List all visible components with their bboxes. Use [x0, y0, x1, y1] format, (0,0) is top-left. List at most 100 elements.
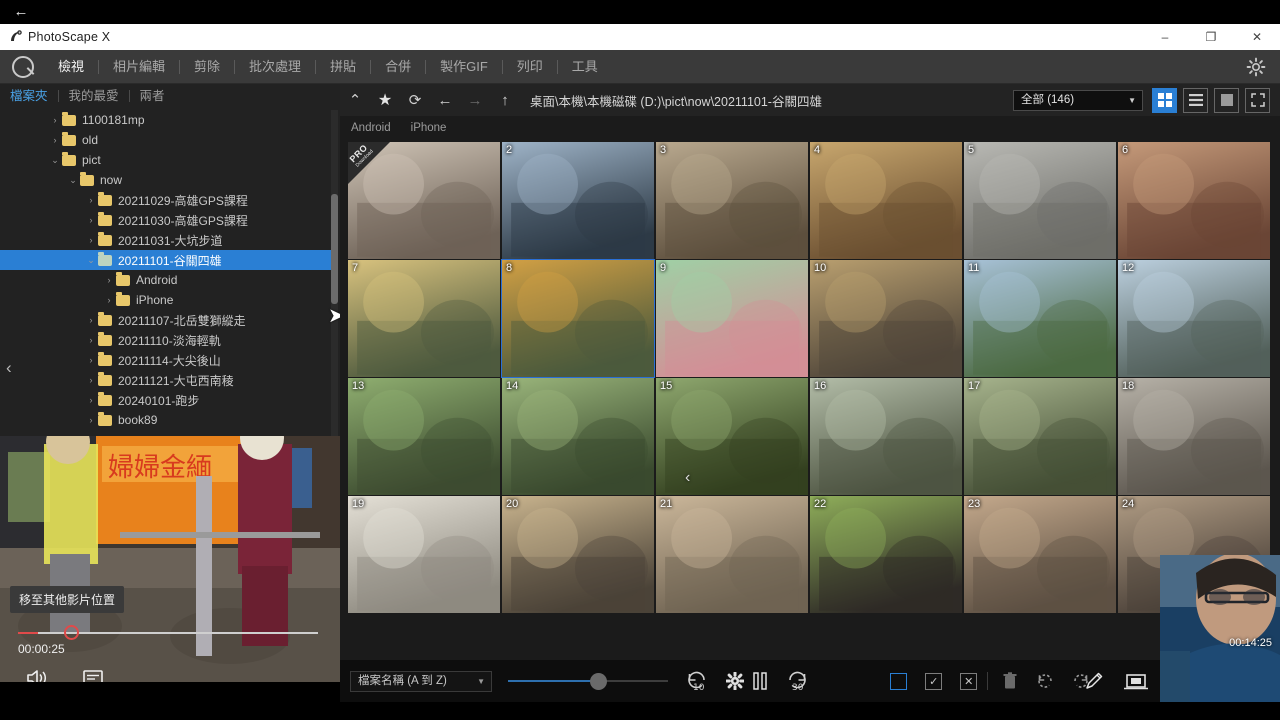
panel-collapse-icon[interactable]: ⌃	[340, 84, 370, 116]
thumbnail-item[interactable]: 8	[501, 259, 655, 378]
thumbnail-item[interactable]: 23	[964, 496, 1116, 613]
thumbnail-item[interactable]: 12	[1118, 260, 1270, 377]
tree-item[interactable]: › 20211031-大坑步道	[0, 230, 332, 250]
sidebar-tab-folders[interactable]: 檔案夾	[0, 84, 58, 108]
pencil-icon[interactable]	[1084, 671, 1104, 691]
tree-item[interactable]: › book89	[0, 410, 332, 430]
chevron-right-icon[interactable]: ›	[84, 335, 98, 345]
favorite-icon[interactable]: ★	[370, 84, 400, 116]
chevron-right-icon[interactable]: ›	[84, 215, 98, 225]
chevron-right-icon[interactable]: ›	[84, 415, 98, 425]
thumbnail-item[interactable]: 10	[810, 260, 962, 377]
video-preview-panel[interactable]: 婦婦金緬 移至其他影片位置 00:00:25	[0, 436, 340, 682]
close-button[interactable]: ✕	[1234, 24, 1280, 50]
menu-item-photo-edit[interactable]: 相片編輯	[101, 50, 177, 84]
menu-item-view[interactable]: 檢視	[46, 50, 96, 84]
thumbnail-item[interactable]: 9	[656, 260, 808, 377]
thumbnail-item[interactable]: 22	[810, 496, 962, 613]
chevron-right-icon[interactable]: ›	[84, 395, 98, 405]
speaker-icon[interactable]	[26, 668, 48, 682]
chevron-right-icon[interactable]: ›	[84, 355, 98, 365]
select-all-button[interactable]: ✓	[925, 672, 943, 690]
sort-dropdown[interactable]: 檔案名稱 (A 到 Z) ▼	[350, 670, 492, 692]
sidebar-scrollbar-thumb[interactable]	[331, 194, 338, 304]
forward-30-icon[interactable]: 30	[786, 671, 808, 691]
thumbnail-item[interactable]: 19	[348, 496, 500, 613]
chevron-right-icon[interactable]: ›	[102, 275, 116, 285]
maximize-button[interactable]: ❐	[1188, 24, 1234, 50]
thumbnail-item[interactable]: 16	[810, 378, 962, 495]
chevron-down-icon[interactable]: ⌄	[48, 155, 62, 166]
current-path[interactable]: 桌面\本機\本機磁碟 (D:)\pict\now\20211101-谷關四雄	[520, 91, 1013, 110]
sidebar-tab-favorites[interactable]: 我的最愛	[59, 84, 129, 108]
up-icon[interactable]: ↑	[490, 84, 520, 116]
list-view-button[interactable]	[1183, 87, 1208, 113]
tree-item[interactable]: ⌄ 20211101-谷關四雄	[0, 250, 332, 270]
menu-item-batch[interactable]: 批次處理	[237, 50, 313, 84]
pause-icon[interactable]	[752, 672, 768, 690]
slideshow-icon[interactable]	[1124, 672, 1149, 690]
thumbnail-item[interactable]: 20	[502, 496, 654, 613]
select-none-button[interactable]	[890, 672, 908, 690]
thumbnail-item[interactable]: 18	[1118, 378, 1270, 495]
select-invert-button[interactable]: ✕	[960, 672, 978, 690]
chevron-right-icon[interactable]: ›	[84, 375, 98, 385]
refresh-icon[interactable]: ⟳	[400, 84, 430, 116]
grid-view-button[interactable]	[1152, 87, 1177, 113]
slider-handle[interactable]	[590, 673, 607, 690]
tree-item[interactable]: ⌄ pict	[0, 150, 332, 170]
back-icon[interactable]: ←	[430, 84, 460, 116]
tree-item[interactable]: › 20211121-大屯西南稜	[0, 370, 332, 390]
thumbnail-item[interactable]: 17	[964, 378, 1116, 495]
subtitle-icon[interactable]	[82, 668, 104, 682]
tree-item[interactable]: › old	[0, 130, 332, 150]
tree-item[interactable]: › Android	[0, 270, 332, 290]
tree-item[interactable]: › 20211114-大尖後山	[0, 350, 332, 370]
thumbnail-item[interactable]: 2	[502, 142, 654, 259]
filter-dropdown[interactable]: 全部 (146) ▼	[1013, 89, 1143, 111]
menu-item-tools[interactable]: 工具	[560, 50, 610, 84]
thumbnail-item[interactable]: 3	[656, 142, 808, 259]
grid-left-arrow-icon[interactable]: ‹	[685, 469, 690, 487]
thumbnail-item[interactable]: 15	[656, 378, 808, 495]
rewind-10-icon[interactable]: 10	[686, 671, 708, 691]
thumbnail-item[interactable]: 4	[810, 142, 962, 259]
sidebar-tab-both[interactable]: 兩者	[130, 84, 175, 108]
fullscreen-view-button[interactable]	[1245, 87, 1270, 113]
tree-item[interactable]: › iPhone	[0, 290, 332, 310]
video-seek-bar[interactable]	[18, 625, 318, 640]
gear-icon[interactable]	[1246, 57, 1266, 77]
thumbnail-item[interactable]: 5	[964, 142, 1116, 259]
thumbnail-item[interactable]: 21	[656, 496, 808, 613]
chevron-right-icon[interactable]: ›	[102, 295, 116, 305]
player-settings-gear-icon[interactable]	[726, 672, 744, 690]
menu-item-print[interactable]: 列印	[505, 50, 555, 84]
subtab-android[interactable]: Android	[351, 122, 391, 134]
chevron-right-icon[interactable]: ›	[84, 315, 98, 325]
subtab-iphone[interactable]: iPhone	[411, 122, 447, 134]
video-seek-handle[interactable]	[64, 625, 79, 640]
tree-item[interactable]: › 20211107-北岳雙獅縱走	[0, 310, 332, 330]
chevron-right-icon[interactable]: ›	[84, 195, 98, 205]
menu-item-combine[interactable]: 合併	[373, 50, 423, 84]
menu-item-collage[interactable]: 拼貼	[318, 50, 368, 84]
sidebar-collapse-icon[interactable]: ‹	[6, 355, 20, 381]
thumbnail-size-slider[interactable]	[508, 671, 668, 691]
chevron-right-icon[interactable]: ›	[48, 135, 62, 145]
chevron-down-icon[interactable]: ⌄	[84, 255, 98, 266]
os-back-icon[interactable]: ←	[10, 4, 32, 20]
tree-item[interactable]: › 20211110-淡海輕軌	[0, 330, 332, 350]
menu-item-gif[interactable]: 製作GIF	[428, 50, 500, 84]
thumbnail-item[interactable]: 6	[1118, 142, 1270, 259]
thumbnail-item[interactable]: 14	[502, 378, 654, 495]
tree-item[interactable]: ⌄ now	[0, 170, 332, 190]
thumbnail-item[interactable]: 1 PRO Download	[348, 142, 500, 259]
chevron-down-icon[interactable]: ⌄	[66, 175, 80, 186]
forward-icon[interactable]: →	[460, 84, 490, 116]
tree-item[interactable]: › 1100181mp	[0, 110, 332, 130]
single-view-button[interactable]	[1214, 87, 1239, 113]
thumbnail-item[interactable]: 13	[348, 378, 500, 495]
chevron-right-icon[interactable]: ›	[84, 235, 98, 245]
minimize-button[interactable]: –	[1142, 24, 1188, 50]
tree-item[interactable]: › 20211029-高雄GPS課程	[0, 190, 332, 210]
